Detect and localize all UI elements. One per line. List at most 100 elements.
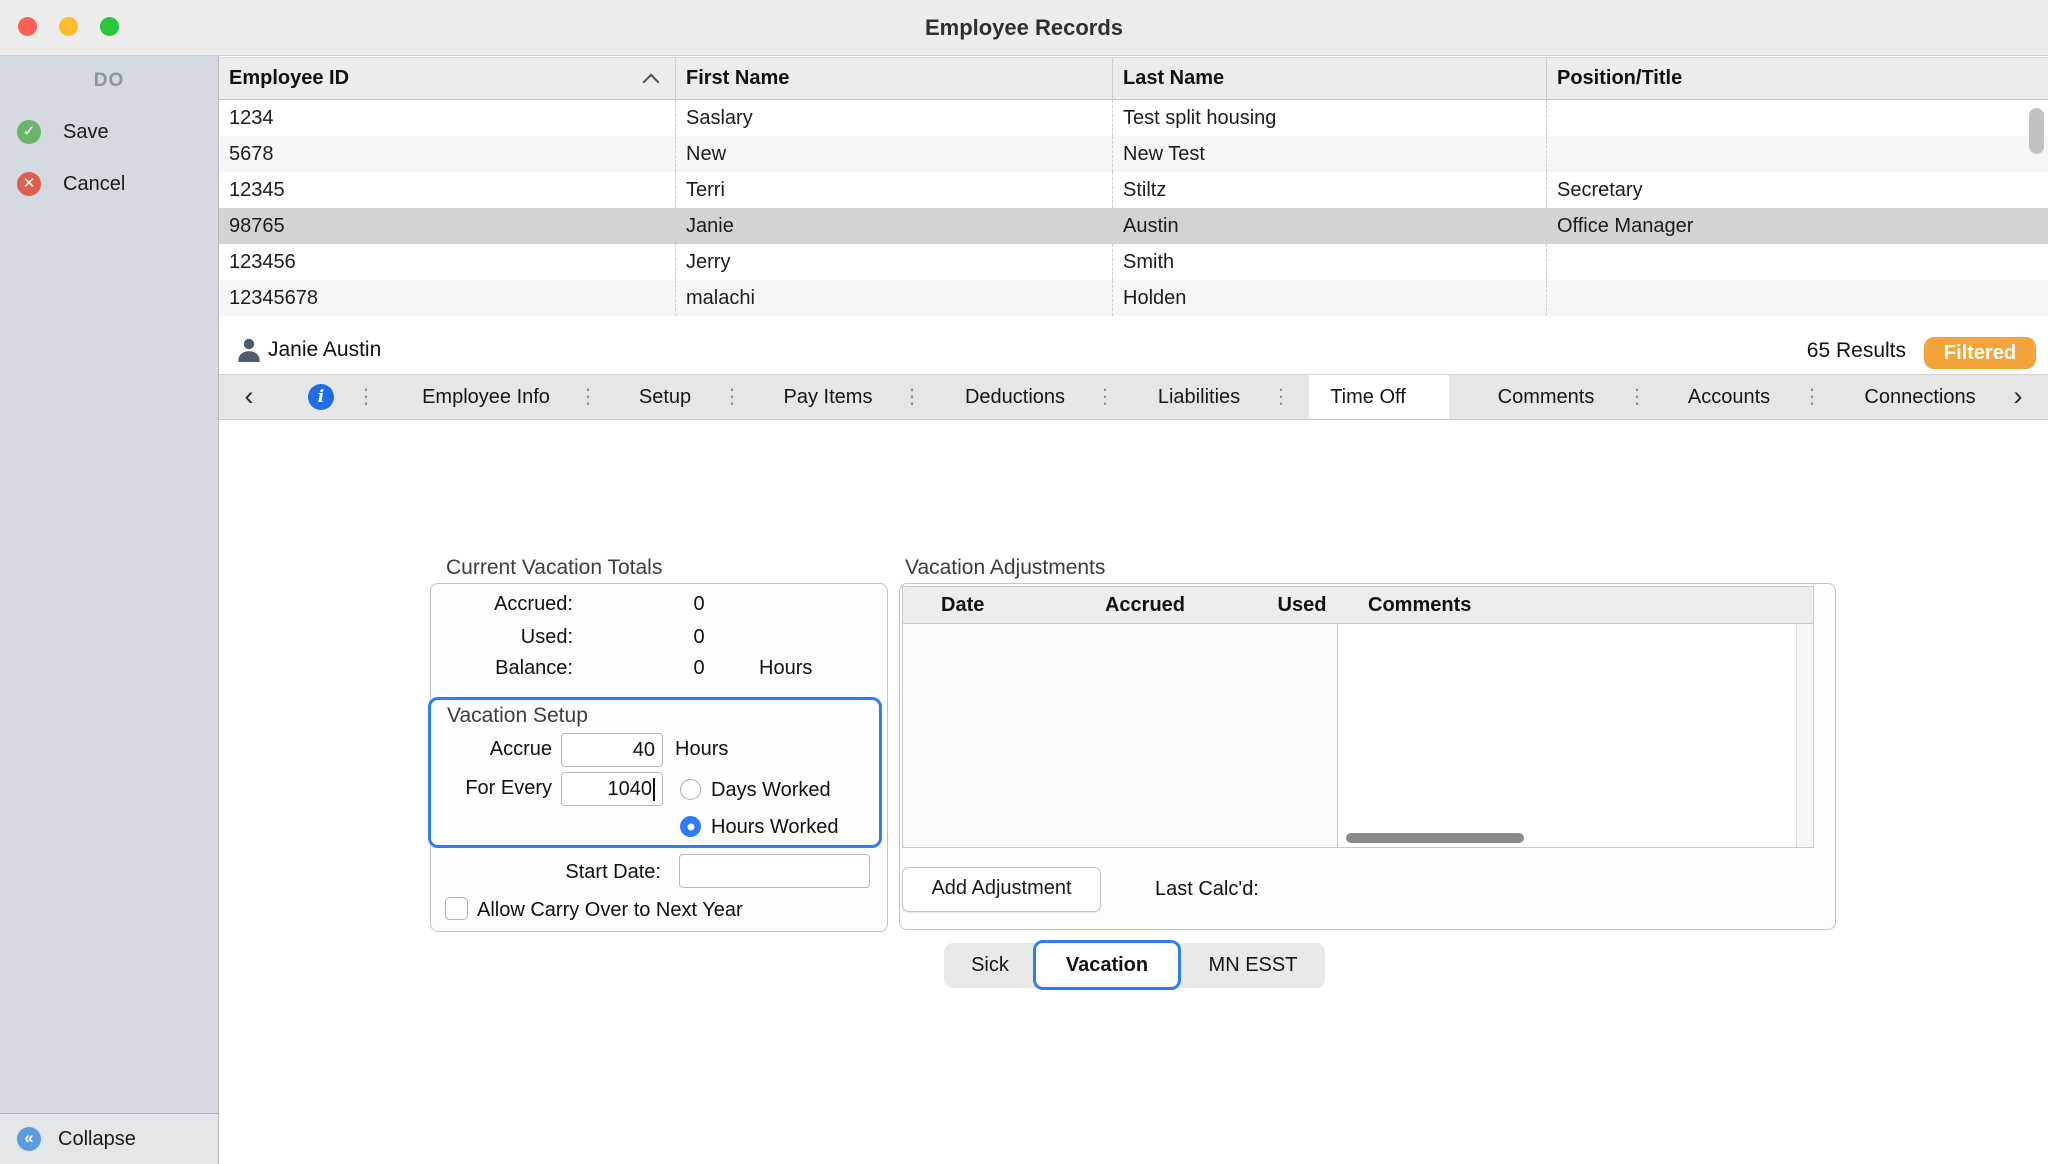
cell-position-title [1547,136,2048,172]
column-header-last-name[interactable]: Last Name [1113,58,1547,99]
accrue-input[interactable]: 40 [561,733,663,767]
save-check-icon: ✓ [17,120,41,144]
tab-separator-icon: ⋮ [1802,375,1814,419]
balance-unit-label: Hours [759,657,812,679]
start-date-label: Start Date: [500,861,661,883]
cell-first-name: New [676,136,1113,172]
adjustments-comments-panel [1337,624,1813,847]
accrued-label: Accrued: [441,593,573,615]
subtab-sick[interactable]: Sick [944,943,1036,988]
vacation-adjustments-box: Date Accrued Used Comments Add Adjustmen… [899,583,1836,930]
accrue-input-value: 40 [633,739,655,762]
tab-connections[interactable]: Connections [1864,375,1975,419]
adjustments-table-header: Date Accrued Used Comments [903,587,1813,624]
tab-setup[interactable]: Setup [639,375,691,419]
hours-worked-label: Hours Worked [711,816,838,838]
used-value: 0 [689,626,709,648]
cell-employee-id: 5678 [219,136,676,172]
tabs-scroll-left-button[interactable]: ‹ [236,375,262,419]
table-scrollbar[interactable] [2029,108,2044,154]
subtab-vacation[interactable]: Vacation [1033,940,1181,990]
tab-time-off[interactable]: Time Off [1330,375,1406,419]
for-every-input[interactable]: 1040 [561,772,663,806]
comments-horizontal-scrollbar[interactable] [1346,833,1524,843]
cell-first-name: Terri [676,172,1113,208]
collapse-button[interactable]: « Collapse [0,1113,219,1164]
tab-deductions[interactable]: Deductions [965,375,1065,419]
cell-employee-id: 123456 [219,244,676,280]
adj-column-comments: Comments [1368,587,1471,623]
for-every-label: For Every [431,777,552,799]
column-header-employee-id[interactable]: Employee ID [219,58,676,99]
cell-position-title [1547,244,2048,280]
cell-first-name: malachi [676,280,1113,316]
for-every-input-value: 1040 [608,778,653,801]
subtab-mn-esst[interactable]: MN ESST [1181,943,1325,988]
tab-separator-icon: ⋮ [722,375,734,419]
cell-position-title: Secretary [1547,172,2048,208]
tabs-scroll-right-button[interactable]: › [2005,375,2031,419]
tab-employee-info[interactable]: Employee Info [422,375,550,419]
cell-employee-id: 98765 [219,208,676,244]
tab-separator-icon: ⋮ [578,375,590,419]
save-button-label: Save [63,120,109,144]
table-row[interactable]: 123456 Jerry Smith [219,244,2048,280]
cell-position-title [1547,100,2048,136]
balance-value: 0 [689,657,709,679]
accrue-unit-label: Hours [675,738,728,760]
start-date-input[interactable] [679,854,870,888]
used-label: Used: [441,626,573,648]
carry-over-checkbox[interactable] [445,897,468,920]
info-icon[interactable]: i [308,384,334,410]
tab-comments[interactable]: Comments [1498,375,1595,419]
person-icon [236,336,262,369]
tab-accounts[interactable]: Accounts [1688,375,1770,419]
days-worked-radio[interactable] [680,779,701,800]
vacation-setup-title: Vacation Setup [447,704,588,728]
cell-first-name: Jerry [676,244,1113,280]
tab-separator-icon: ⋮ [356,375,368,419]
tab-pay-items[interactable]: Pay Items [784,375,873,419]
adj-column-date: Date [941,587,984,623]
record-tab-bar: ‹ i ⋮ Employee Info ⋮ Setup ⋮ Pay Items … [219,374,2048,420]
record-bar: Janie Austin 65 Results Filtered [219,316,2048,374]
carry-over-label: Allow Carry Over to Next Year [477,899,743,921]
table-row[interactable]: 1234 Saslary Test split housing [219,100,2048,136]
totals-box-title: Current Vacation Totals [446,556,662,580]
accrued-value: 0 [689,593,709,615]
employee-table-header: Employee ID First Name Last Name Positio… [219,57,2048,100]
cell-first-name: Saslary [676,100,1113,136]
accrue-label: Accrue [431,738,552,760]
hours-worked-radio[interactable] [680,816,701,837]
tab-liabilities[interactable]: Liabilities [1158,375,1240,419]
days-worked-label: Days Worked [711,779,831,801]
table-row[interactable]: 12345678 malachi Holden [219,280,2048,316]
adjustments-table: Date Accrued Used Comments [902,586,1814,848]
last-calcd-label: Last Calc'd: [1155,878,1259,900]
filtered-badge[interactable]: Filtered [1924,337,2036,369]
column-header-employee-id-label: Employee ID [229,67,349,89]
column-header-position-title-label: Position/Title [1557,67,1682,89]
column-header-position-title[interactable]: Position/Title [1547,58,2048,99]
cell-last-name: Holden [1113,280,1547,316]
cell-first-name: Janie [676,208,1113,244]
column-header-first-name[interactable]: First Name [676,58,1113,99]
cell-last-name: Stiltz [1113,172,1547,208]
table-row[interactable]: 12345 Terri Stiltz Secretary [219,172,2048,208]
title-bar: Employee Records [0,0,2048,56]
cancel-x-icon: ✕ [17,172,41,196]
collapse-button-label: Collapse [58,1127,136,1151]
window-title: Employee Records [0,0,2048,56]
tab-separator-icon: ⋮ [1271,375,1283,419]
cell-last-name: Test split housing [1113,100,1547,136]
results-count: 65 Results [1807,338,1906,364]
comments-vertical-scrollbar[interactable] [1796,624,1813,847]
table-row-selected[interactable]: 98765 Janie Austin Office Manager [219,208,2048,244]
vacation-setup-box: Vacation Setup Accrue 40 Hours For Every… [428,697,882,848]
sidebar-header: DO [0,70,218,92]
table-row[interactable]: 5678 New New Test [219,136,2048,172]
tab-separator-icon: ⋮ [1095,375,1107,419]
balance-label: Balance: [441,657,573,679]
adj-column-accrued: Accrued [1095,587,1195,623]
add-adjustment-button[interactable]: Add Adjustment [902,867,1101,912]
